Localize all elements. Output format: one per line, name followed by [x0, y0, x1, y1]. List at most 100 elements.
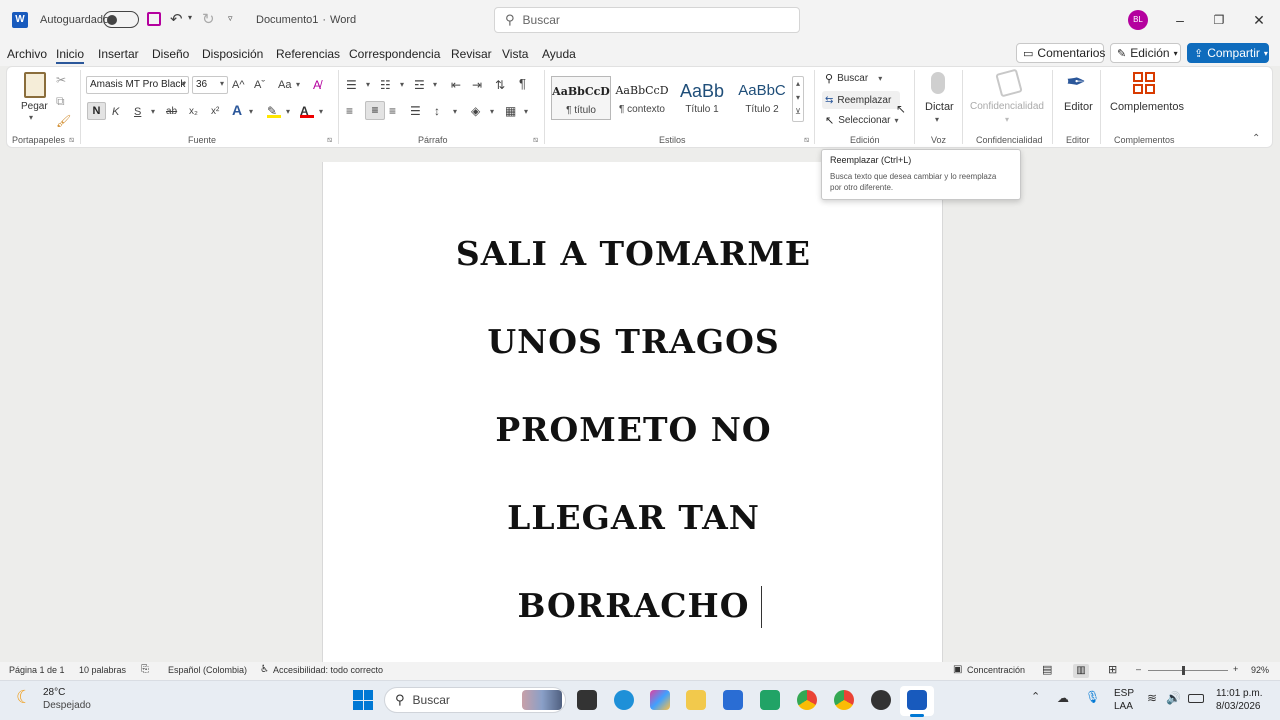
volume-icon[interactable]: 🔊	[1166, 691, 1181, 705]
align-center-button[interactable]: ≡	[365, 101, 385, 120]
font-color-icon[interactable]: A	[300, 102, 314, 118]
text-effects-icon[interactable]: A	[232, 102, 242, 118]
wifi-icon[interactable]: ≋	[1147, 691, 1157, 705]
accessibility-status[interactable]: Accesibilidad: todo correcto	[273, 665, 383, 675]
chevron-down-icon[interactable]: ▾	[453, 107, 457, 116]
zoom-slider[interactable]	[1148, 666, 1228, 675]
file-explorer-icon[interactable]	[686, 690, 706, 710]
replace-button[interactable]: ⇆ Reemplazar	[822, 91, 900, 109]
document-line[interactable]: LLEGAR TAN	[323, 498, 944, 537]
chevron-down-icon[interactable]: ▾	[319, 107, 323, 116]
chevron-down-icon[interactable]: ▾	[433, 80, 437, 89]
input-language[interactable]: ESP	[1114, 688, 1134, 699]
menu-diseno[interactable]: Diseño	[152, 47, 189, 61]
keyboard-layout[interactable]: LAA	[1114, 701, 1133, 712]
chrome-profile-icon[interactable]	[834, 690, 854, 710]
customize-qat-icon[interactable]: ▿	[228, 13, 233, 24]
chevron-down-icon[interactable]: ▾	[490, 107, 494, 116]
styles-gallery-scroll[interactable]: ▴ ▾ ⊻	[792, 76, 804, 122]
superscript-button[interactable]: x²	[211, 104, 219, 120]
collapse-ribbon-icon[interactable]: ⌃	[1252, 133, 1260, 144]
zoom-out-icon[interactable]: –	[1136, 664, 1141, 674]
sort-icon[interactable]: ⇅	[495, 77, 505, 93]
copy-icon[interactable]: ⧉	[56, 93, 65, 109]
edge-icon[interactable]	[614, 690, 634, 710]
page-count[interactable]: Página 1 de 1	[9, 665, 65, 675]
style-titulo-1[interactable]: AaBb Título 1	[672, 76, 732, 120]
chevron-down-icon[interactable]: ▾	[151, 107, 155, 116]
font-name-select[interactable]: Amasis MT Pro Black	[86, 76, 189, 94]
comments-button[interactable]: ▭ Comentarios	[1016, 43, 1105, 63]
shrink-font-icon[interactable]: Aˇ	[254, 77, 265, 93]
autosave-toggle[interactable]	[103, 11, 139, 28]
align-left-icon[interactable]: ≡	[346, 103, 353, 119]
style-titulo[interactable]: AaBbCcD ¶ título	[551, 76, 611, 120]
chevron-up-icon[interactable]: ⌃	[1031, 690, 1040, 703]
title-search-box[interactable]: ⚲ Buscar	[494, 7, 800, 33]
minimize-icon[interactable]: –	[1170, 10, 1190, 30]
close-icon[interactable]: ✕	[1249, 10, 1269, 30]
undo-icon[interactable]: ↶	[170, 10, 183, 28]
chrome-icon[interactable]	[797, 690, 817, 710]
style-contexto[interactable]: AaBbCcD ¶ contexto	[612, 76, 672, 120]
numbering-icon[interactable]: ☷	[380, 77, 391, 93]
menu-referencias[interactable]: Referencias	[276, 47, 340, 61]
format-painter-icon[interactable]: 🖌	[56, 113, 71, 129]
subscript-button[interactable]: x₂	[189, 104, 198, 120]
weather-condition[interactable]: Despejado	[43, 700, 91, 711]
onedrive-icon[interactable]: ☁	[1057, 691, 1069, 705]
line-spacing-icon[interactable]: ↕	[434, 103, 440, 119]
undo-dropdown-icon[interactable]: ▾	[188, 13, 192, 22]
word-count[interactable]: 10 palabras	[79, 665, 126, 675]
find-button[interactable]: ⚲ Buscar ▾	[825, 72, 882, 85]
document-line[interactable]: BORRACHO	[323, 586, 944, 625]
zoom-slider-thumb[interactable]	[1181, 666, 1185, 675]
proofing-icon[interactable]: ⎘	[141, 664, 149, 675]
microphone-icon[interactable]	[931, 72, 945, 94]
clock-date[interactable]: 8/03/2026	[1216, 701, 1261, 712]
menu-revisar[interactable]: Revisar	[451, 47, 492, 61]
decrease-indent-icon[interactable]: ⇤	[451, 77, 461, 93]
bold-button[interactable]: N	[87, 102, 106, 120]
weather-moon-icon[interactable]: ☾	[16, 687, 32, 708]
redo-icon[interactable]: ↻	[202, 10, 215, 28]
borders-icon[interactable]: ▦	[505, 103, 516, 119]
zoom-in-icon[interactable]: +	[1233, 664, 1238, 674]
chevron-down-icon[interactable]: ▾	[524, 107, 528, 116]
italic-button[interactable]: K	[112, 104, 119, 120]
print-layout-button[interactable]: ▥	[1073, 664, 1089, 678]
chevron-down-icon[interactable]: ▾	[220, 79, 224, 88]
chevron-down-icon[interactable]: ▾	[400, 80, 404, 89]
avatar[interactable]: BL	[1128, 10, 1148, 30]
search-highlight-image[interactable]	[522, 690, 562, 710]
menu-correspondencia[interactable]: Correspondencia	[349, 47, 440, 61]
justify-icon[interactable]: ☰	[410, 103, 421, 119]
share-button[interactable]: ⇪ Compartir ▾	[1187, 43, 1269, 63]
more-icon[interactable]: ⊻	[793, 105, 803, 119]
start-icon[interactable]	[353, 690, 373, 710]
style-titulo-2[interactable]: AaBbC Título 2	[732, 76, 792, 120]
chevron-down-icon[interactable]: ▾	[296, 80, 300, 89]
microphone-icon[interactable]: 🎙	[1085, 690, 1100, 704]
dialog-launcher-icon[interactable]: ⧅	[69, 135, 74, 145]
battery-icon[interactable]	[1188, 694, 1204, 703]
document-line[interactable]: SALI A TOMARME	[323, 234, 944, 273]
clock-time[interactable]: 11:01 p.m.	[1216, 688, 1263, 699]
menu-inicio[interactable]: Inicio	[56, 47, 85, 64]
word-taskbar-icon[interactable]	[907, 690, 927, 710]
chevron-down-icon[interactable]: ▾	[286, 107, 290, 116]
dictate-label[interactable]: Dictar	[925, 101, 954, 113]
chevron-up-icon[interactable]: ▴	[793, 77, 803, 91]
menu-vista[interactable]: Vista	[502, 47, 528, 61]
show-marks-icon[interactable]: ¶	[519, 76, 526, 92]
chevron-down-icon[interactable]: ▾	[935, 115, 939, 124]
menu-insertar[interactable]: Insertar	[98, 47, 139, 61]
chevron-down-icon[interactable]: ▾	[249, 107, 253, 116]
grow-font-icon[interactable]: A^	[232, 77, 245, 93]
menu-archivo[interactable]: Archivo	[7, 47, 47, 61]
clear-formatting-icon[interactable]: A̸	[313, 77, 321, 93]
store-icon[interactable]	[723, 690, 743, 710]
menu-disposicion[interactable]: Disposición	[202, 47, 263, 61]
addins-label[interactable]: Complementos	[1110, 101, 1184, 113]
restore-icon[interactable]: ❐	[1209, 10, 1229, 30]
